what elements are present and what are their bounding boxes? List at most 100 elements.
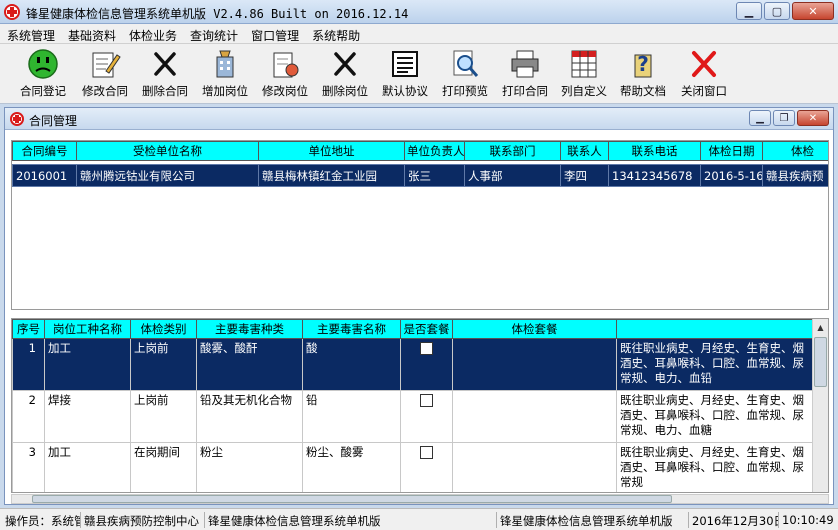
col-exam-org[interactable]: 体检 (762, 141, 828, 161)
menu-basic-data[interactable]: 基础资料 (61, 24, 122, 43)
table-cell (452, 442, 617, 492)
document-icon (392, 51, 418, 77)
print-preview-button[interactable]: 打印预览 (437, 47, 493, 101)
toolbar-label: 删除岗位 (322, 84, 368, 98)
child-window-controls: ▁ ❐ ✕ (749, 110, 829, 126)
window-controls: ▁ ▢ ✕ (736, 2, 834, 20)
close-red-x-icon (692, 51, 716, 77)
register-contract-button[interactable]: 合同登记 (15, 47, 71, 101)
menu-window[interactable]: 窗口管理 (244, 24, 305, 43)
table-cell: 赣县疾病预 (762, 164, 828, 187)
add-post-button[interactable]: 增加岗位 (197, 47, 253, 101)
app-logo-icon (10, 112, 24, 126)
minimize-button[interactable]: ▁ (736, 2, 762, 20)
close-button[interactable]: ✕ (792, 2, 834, 20)
col-unit-leader[interactable]: 单位负责人 (404, 141, 465, 161)
table-cell: 张三 (404, 164, 465, 187)
printer-icon (511, 50, 539, 78)
table-row[interactable]: 2016001 赣州腾远钴业有限公司 赣县梅林镇红金工业园 张三 人事部 李四 … (12, 164, 828, 187)
table-cell: 铅及其无机化合物 (196, 390, 303, 443)
menu-system[interactable]: 系统管理 (0, 24, 61, 43)
table-cell: 赣县梅林镇红金工业园 (258, 164, 405, 187)
help-docs-button[interactable]: ? 帮助文档 (615, 47, 671, 101)
close-window-button[interactable]: 关闭窗口 (676, 47, 732, 101)
table-cell: 酸雾、酸酐 (196, 338, 303, 391)
toolbar-label: 修改岗位 (262, 84, 308, 98)
edit-note-icon (92, 52, 121, 78)
delete-post-button[interactable]: 删除岗位 (317, 47, 373, 101)
table-cell (400, 338, 453, 391)
col-exam-package[interactable]: 体检套餐 (452, 319, 617, 339)
table-cell: 2 (12, 390, 45, 443)
col-post-name[interactable]: 岗位工种名称 (44, 319, 131, 339)
menu-exam-business[interactable]: 体检业务 (122, 24, 183, 43)
edit-post-icon (273, 52, 299, 78)
edit-post-button[interactable]: 修改岗位 (257, 47, 313, 101)
scroll-up-icon[interactable]: ▲ (813, 319, 828, 335)
maximize-button[interactable]: ▢ (764, 2, 790, 20)
scroll-thumb[interactable] (814, 337, 827, 387)
table-cell: 加工 (44, 442, 131, 492)
vertical-scrollbar[interactable]: ▲ (812, 319, 828, 492)
table-cell: 加工 (44, 338, 131, 391)
child-minimize-button[interactable]: ▁ (749, 110, 771, 126)
col-exam-date[interactable]: 体检日期 (700, 141, 763, 161)
col-hazard-type[interactable]: 主要毒害种类 (196, 319, 303, 339)
child-restore-button[interactable]: ❐ (773, 110, 795, 126)
horizontal-scrollbar[interactable] (11, 494, 829, 504)
delete-contract-button[interactable]: 删除合同 (137, 47, 193, 101)
menu-help[interactable]: 系统帮助 (305, 24, 366, 43)
toolbar-label: 增加岗位 (202, 84, 248, 98)
scroll-thumb[interactable] (32, 495, 672, 503)
table-cell: 酸 (302, 338, 401, 391)
smiley-icon (28, 49, 58, 79)
col-contract-no[interactable]: 合同编号 (12, 141, 77, 161)
table-cell: 赣州腾远钴业有限公司 (76, 164, 259, 187)
child-close-button[interactable]: ✕ (797, 110, 829, 126)
package-checkbox[interactable] (420, 342, 433, 355)
default-agreement-button[interactable]: 默认协议 (377, 47, 433, 101)
delete-x-icon (334, 52, 356, 76)
child-window-titlebar: 合同管理 ▁ ❐ ✕ (5, 108, 833, 130)
table-cell: 2016001 (12, 164, 77, 187)
col-contact-dept[interactable]: 联系部门 (464, 141, 561, 161)
col-contact-person[interactable]: 联系人 (560, 141, 609, 161)
col-exam-items[interactable] (616, 319, 815, 339)
print-preview-icon (453, 50, 479, 77)
table-cell: 在岗期间 (130, 442, 197, 492)
package-checkbox[interactable] (420, 394, 433, 407)
col-hazard-name[interactable]: 主要毒害名称 (302, 319, 401, 339)
contracts-grid[interactable]: 合同编号 受检单位名称 单位地址 单位负责人 联系部门 联系人 联系电话 体检日… (11, 140, 829, 310)
col-is-package[interactable]: 是否套餐 (400, 319, 453, 339)
table-row[interactable]: 1 加工 上岗前 酸雾、酸酐 酸 既往职业病史、月经史、生育史、烟酒史、耳鼻喉科… (12, 338, 815, 391)
col-unit-name[interactable]: 受检单位名称 (76, 141, 259, 161)
status-time: 10:10:49 (778, 512, 838, 528)
table-cell: 人事部 (464, 164, 561, 187)
table-cell: 既往职业病史、月经史、生育史、烟酒史、耳鼻喉科、口腔、血常规、尿常规、电力、血糖 (616, 390, 815, 443)
table-cell: 粉尘 (196, 442, 303, 492)
col-seq[interactable]: 序号 (12, 319, 45, 339)
toolbar-label: 列自定义 (561, 84, 607, 98)
menu-query-stats[interactable]: 查询统计 (183, 24, 244, 43)
table-row[interactable]: 3 加工 在岗期间 粉尘 粉尘、酸雾 既往职业病史、月经史、生育史、烟酒史、耳鼻… (12, 442, 815, 492)
customize-columns-button[interactable]: 列自定义 (556, 47, 612, 101)
status-app-name: 锋星健康体检信息管理系统单机版 (204, 512, 496, 528)
posts-grid[interactable]: 序号 岗位工种名称 体检类别 主要毒害种类 主要毒害名称 是否套餐 体检套餐 1… (11, 318, 829, 493)
col-contact-phone[interactable]: 联系电话 (608, 141, 701, 161)
toolbar-label: 关闭窗口 (681, 84, 727, 98)
table-cell (400, 442, 453, 492)
col-unit-address[interactable]: 单位地址 (258, 141, 405, 161)
table-cell (452, 390, 617, 443)
table-cell: 上岗前 (130, 338, 197, 391)
edit-contract-button[interactable]: 修改合同 (77, 47, 133, 101)
package-checkbox[interactable] (420, 446, 433, 459)
toolbar-label: 打印预览 (442, 84, 488, 98)
col-exam-category[interactable]: 体检类别 (130, 319, 197, 339)
table-row[interactable]: 2 焊接 上岗前 铅及其无机化合物 铅 既往职业病史、月经史、生育史、烟酒史、耳… (12, 390, 815, 443)
print-contract-button[interactable]: 打印合同 (497, 47, 553, 101)
help-icon: ? (634, 52, 652, 78)
table-cell: 李四 (560, 164, 609, 187)
toolbar-label: 帮助文档 (620, 84, 666, 98)
table-cell: 既往职业病史、月经史、生育史、烟酒史、耳鼻喉科、口腔、血常规、尿常规、电力、血铅 (616, 338, 815, 391)
toolbar: 合同登记 修改合同 删除合同 增加岗位 修改岗位 删除岗位 默认协议 打印预览 … (0, 44, 838, 104)
